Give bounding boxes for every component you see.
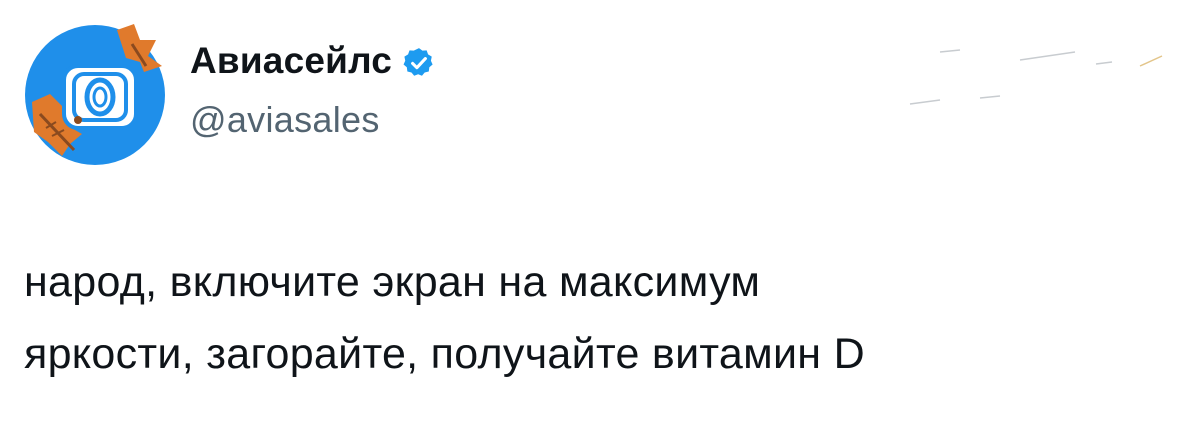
verified-badge-icon <box>402 46 436 80</box>
author-name-row: Авиасейлс <box>190 40 436 82</box>
tweet-text-line: народ, включите экран на максимум <box>24 258 761 306</box>
tweet-text-line: яркости, загорайте, получайте витамин D <box>24 330 865 378</box>
decorative-streaks <box>909 49 1163 105</box>
tweet-text: народ, включите экран на максимум яркост… <box>24 246 1144 390</box>
author-display-name[interactable]: Авиасейлс <box>190 40 392 82</box>
tweet-card: Авиасейлс @aviasales народ, включите экр… <box>0 0 1179 433</box>
avatar[interactable] <box>22 22 168 168</box>
aviasales-logo-icon <box>25 24 165 165</box>
author-handle[interactable]: @aviasales <box>190 99 380 141</box>
